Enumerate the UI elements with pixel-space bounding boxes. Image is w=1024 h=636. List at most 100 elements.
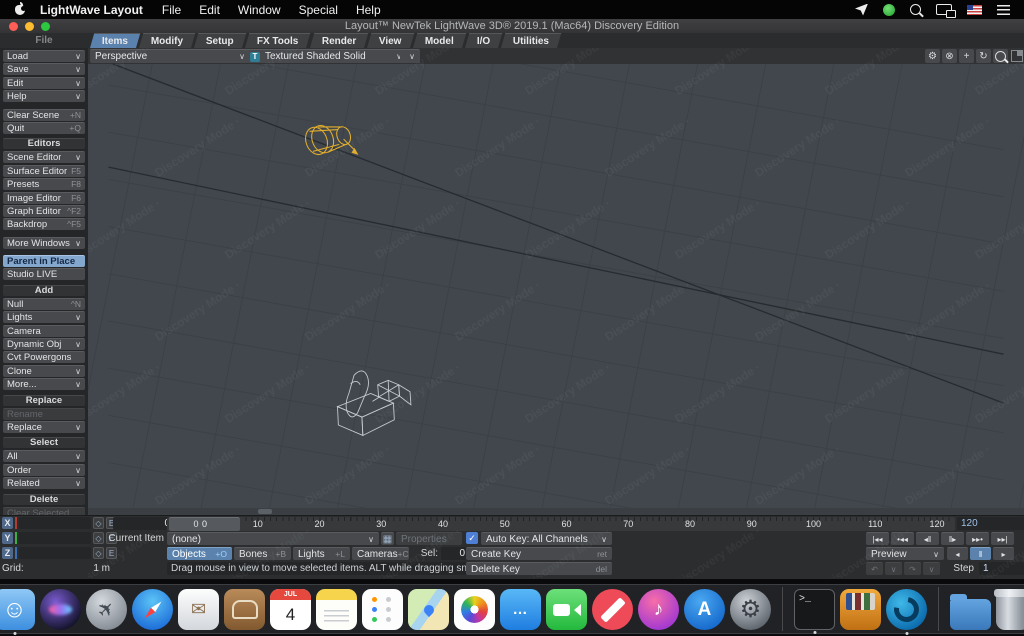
sidebar-item-image-editor[interactable]: Image EditorF6 (3, 192, 85, 204)
displays-icon[interactable] (936, 4, 952, 15)
current-frame-field[interactable]: 0 (113, 517, 174, 530)
undo-button[interactable]: ↶ (866, 562, 883, 575)
sidebar-item-help[interactable]: Help∨ (3, 90, 85, 102)
dock-maps-icon[interactable] (408, 589, 449, 630)
item-picker-button[interactable]: ▦ (381, 532, 394, 545)
dock-terminal-icon[interactable]: >_ (794, 589, 835, 630)
envelope-button[interactable]: E (106, 547, 117, 559)
spotlight-icon[interactable] (910, 4, 921, 15)
menu-help[interactable]: Help (347, 3, 390, 17)
step-field[interactable]: 1 (979, 562, 1024, 575)
sidebar-item-clone[interactable]: Clone∨ (3, 365, 85, 377)
undo-options-button[interactable]: ∨ (885, 562, 902, 575)
viewport-scrollbar[interactable] (88, 508, 1024, 515)
dock-trash-icon[interactable] (996, 593, 1024, 630)
sidebar-item-load[interactable]: Load∨ (3, 50, 85, 62)
window-title-bar[interactable]: Layout™ NewTek LightWave 3D® 2019.1 (Mac… (0, 19, 1024, 34)
dock-contacts-icon[interactable] (224, 589, 265, 630)
tab-modify[interactable]: Modify (139, 33, 196, 49)
tab-setup[interactable]: Setup (194, 33, 246, 49)
dock-downloads-icon[interactable] (950, 599, 991, 630)
preview-dropdown[interactable]: Preview ∨ (866, 547, 944, 560)
sidebar-item-null[interactable]: Null^N (3, 298, 85, 310)
apple-menu-icon[interactable] (14, 3, 26, 16)
dock-facetime-icon[interactable] (546, 589, 587, 630)
menu-file[interactable]: File (153, 3, 190, 17)
sidebar-item-scene-editor[interactable]: Scene Editor∨ (3, 151, 85, 163)
redo-button[interactable]: ↷ (904, 562, 921, 575)
tab-view[interactable]: View (367, 33, 414, 49)
dock-notes-icon[interactable] (316, 589, 357, 630)
current-item-dropdown[interactable]: (none) ∨ (167, 532, 379, 545)
create-key-button[interactable]: Create Key ret (466, 547, 612, 560)
list-icon[interactable] (997, 5, 1010, 15)
sidebar-item-order[interactable]: Order∨ (3, 464, 85, 476)
redo-options-button[interactable]: ∨ (923, 562, 940, 575)
properties-button[interactable]: Properties (396, 532, 462, 545)
play-reverse-button[interactable]: ◂ (947, 547, 968, 560)
autokey-checkbox[interactable]: ✓ (466, 532, 478, 544)
sidebar-item-parent-in-place[interactable]: Parent in Place (3, 255, 85, 267)
prev-frame-button[interactable]: ◂‖ (916, 532, 939, 545)
dock-reminders-icon[interactable] (362, 589, 403, 630)
scroll-thumb[interactable] (258, 509, 272, 514)
position-z-field[interactable] (19, 547, 91, 559)
sidebar-item-related[interactable]: Related∨ (3, 477, 85, 489)
dock-launchpad-icon[interactable]: ✈ (86, 589, 127, 630)
dock-messages-icon[interactable]: … (500, 589, 541, 630)
zoom-icon[interactable] (993, 49, 1008, 63)
sidebar-item-rename[interactable]: Rename (3, 408, 85, 420)
sidebar-item-more-windows[interactable]: More Windows∨ (3, 237, 85, 249)
tab-model[interactable]: Model (412, 33, 465, 49)
dock-appstore-icon[interactable]: A (684, 589, 725, 630)
tab-i-o[interactable]: I/O (464, 33, 502, 49)
position-y-field[interactable] (19, 532, 91, 544)
sidebar-item-edit[interactable]: Edit∨ (3, 77, 85, 89)
sidebar-item-quit[interactable]: Quit+Q (3, 122, 85, 134)
dock-safari-icon[interactable] (132, 589, 173, 630)
dock-lightwave-icon[interactable] (886, 589, 927, 630)
go-first-frame-button[interactable]: |◂◂ (866, 532, 889, 545)
go-last-frame-button[interactable]: ▸▸| (991, 532, 1014, 545)
timeline-handle[interactable]: 0 (169, 517, 240, 531)
next-frame-button[interactable]: ‖▸ (941, 532, 964, 545)
shade-mode-dropdown[interactable]: T Textured Shaded Solid ∨ (245, 49, 407, 63)
sel-count-field[interactable]: 0 (441, 547, 469, 560)
pause-button[interactable]: ‖ (970, 547, 991, 560)
play-forward-button[interactable]: ▸ (993, 547, 1014, 560)
pointer-icon[interactable] (855, 4, 868, 16)
viewport-3d[interactable] (88, 64, 1024, 508)
tab-utilities[interactable]: Utilities (501, 33, 562, 49)
dock-system-preferences-icon[interactable]: ⚙ (730, 589, 771, 630)
menu-edit[interactable]: Edit (190, 3, 229, 17)
timeline-ruler[interactable]: 0 0102030405060708090100110120 (167, 517, 955, 531)
sidebar-item-camera[interactable]: Camera (3, 325, 85, 337)
sidebar-item-studio-live[interactable]: Studio LIVE (3, 268, 85, 280)
dock-books-icon[interactable] (840, 589, 881, 630)
dock-siri-icon[interactable] (40, 589, 81, 630)
mode-objects-button[interactable]: Objects+O (167, 547, 232, 560)
sidebar-item-surface-editor[interactable]: Surface EditorF5 (3, 165, 85, 177)
next-key-button[interactable]: ▸▸• (966, 532, 989, 545)
green-app-icon[interactable] (883, 4, 895, 16)
dock-news-icon[interactable] (592, 589, 633, 630)
mode-cameras-button[interactable]: Cameras+C (352, 547, 409, 560)
sidebar-item-graph-editor[interactable]: Graph Editor^F2 (3, 205, 85, 217)
move-icon[interactable]: + (959, 49, 974, 63)
tab-items[interactable]: Items (90, 33, 141, 49)
tab-render[interactable]: Render (309, 33, 368, 49)
dock-calendar-icon[interactable]: JUL4 (270, 589, 311, 630)
end-frame-field[interactable]: 120 (957, 517, 1024, 530)
sidebar-item-more[interactable]: More...∨ (3, 378, 85, 390)
center-icon[interactable]: ⊗ (942, 49, 957, 63)
dock-itunes-icon[interactable]: ♪ (638, 589, 679, 630)
sidebar-item-lights[interactable]: Lights∨ (3, 311, 85, 323)
sidebar-item-presets[interactable]: PresetsF8 (3, 178, 85, 190)
shade-options-dropdown[interactable]: ∨ (400, 49, 420, 63)
settings-icon[interactable]: ⚙ (925, 49, 940, 63)
us-flag-icon[interactable] (967, 5, 982, 15)
app-menu-title[interactable]: LightWave Layout (40, 3, 143, 17)
sidebar-item-save[interactable]: Save∨ (3, 63, 85, 75)
rotate-icon[interactable]: ↻ (976, 49, 991, 63)
mode-bones-button[interactable]: Bones+B (234, 547, 291, 560)
